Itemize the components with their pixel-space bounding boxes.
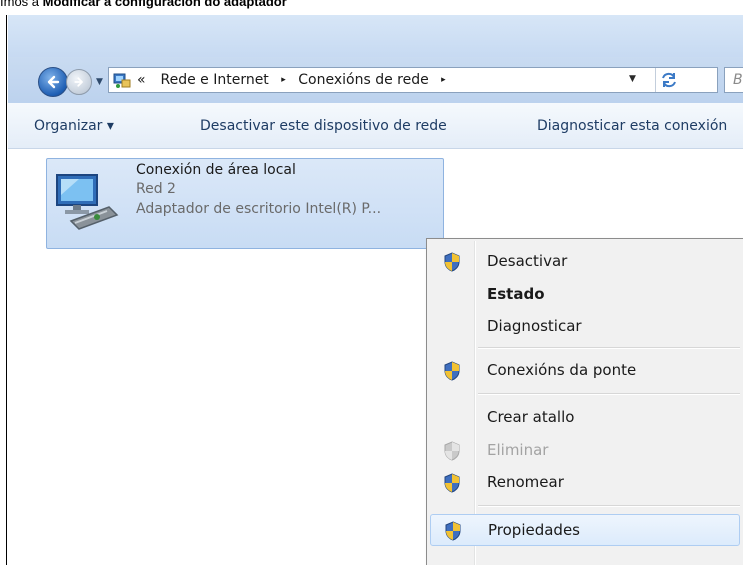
command-bar: Organizar ▾ Desactivar este dispositivo … [8, 103, 743, 149]
breadcrumb-separator-icon[interactable]: ▸ [433, 75, 454, 85]
menu-item-label: Conexións da ponte [487, 361, 637, 379]
search-placeholder: B [733, 72, 743, 88]
network-adapter-icon [56, 174, 119, 230]
connection-name: Conexión de área local [136, 162, 296, 178]
uac-shield-icon [444, 473, 460, 493]
connection-item-local-area[interactable]: Conexión de área local Red 2 Adaptador d… [46, 158, 444, 249]
caption-bold: Modificar a configuración do adaptador [42, 0, 287, 9]
menu-item-label: Crear atallo [487, 408, 575, 426]
navigation-bar: ▼ « Rede e Internet ▸ Conexións de rede … [8, 57, 743, 103]
connections-pane: Conexión de área local Red 2 Adaptador d… [8, 149, 743, 565]
back-arrow-icon [47, 75, 60, 89]
search-input[interactable]: B [724, 67, 743, 93]
breadcrumb-overflow[interactable]: « [137, 72, 146, 88]
menu-item-label: Estado [487, 285, 545, 303]
page-caption: Imos a Modificar a configuración do adap… [0, 0, 287, 12]
connection-network: Red 2 [136, 181, 176, 197]
uac-shield-icon [444, 252, 460, 272]
context-menu: Desactivar Estado Diagnosticar Conexións… [426, 238, 743, 565]
breadcrumb-rede-e-internet[interactable]: Rede e Internet [160, 72, 268, 88]
menu-separator [478, 393, 740, 395]
disable-device-button[interactable]: Desactivar este dispositivo de rede [200, 118, 447, 134]
uac-shield-disabled-icon [444, 441, 460, 461]
recent-pages-dropdown-icon[interactable]: ▼ [96, 77, 103, 87]
menu-separator [478, 347, 740, 349]
menu-item-label: Diagnosticar [487, 317, 582, 335]
address-history-dropdown-icon[interactable]: ▼ [629, 74, 636, 84]
uac-shield-icon [445, 521, 461, 541]
title-bar [8, 15, 743, 57]
refresh-button[interactable] [655, 68, 681, 92]
menu-item-eliminar: Eliminar [430, 435, 740, 467]
uac-shield-icon [444, 361, 460, 381]
menu-item-label: Propiedades [488, 521, 580, 539]
refresh-icon [662, 72, 676, 88]
connection-adapter: Adaptador de escritorio Intel(R) P... [136, 201, 382, 217]
organize-menu-button[interactable]: Organizar ▾ [34, 118, 114, 134]
menu-separator [478, 505, 740, 507]
caption-prefix: Imos a [0, 0, 43, 9]
menu-item-renomear[interactable]: Renomear [430, 467, 740, 499]
menu-item-label: Eliminar [487, 441, 549, 459]
diagnose-connection-button[interactable]: Diagnosticar esta conexión [537, 118, 727, 134]
breadcrumb-conexions-de-rede[interactable]: Conexións de rede [298, 72, 428, 88]
menu-item-propiedades[interactable]: Propiedades [430, 514, 740, 546]
address-bar[interactable]: « Rede e Internet ▸ Conexións de rede ▸ … [108, 67, 718, 93]
menu-item-desactivar[interactable]: Desactivar [430, 246, 740, 278]
menu-item-label: Renomear [487, 473, 564, 491]
network-folder-icon [113, 73, 131, 88]
back-button[interactable] [38, 67, 68, 97]
menu-item-conexions-da-ponte[interactable]: Conexións da ponte [430, 355, 740, 387]
menu-item-label: Desactivar [487, 252, 568, 270]
menu-item-crear-atallo[interactable]: Crear atallo [430, 402, 740, 434]
menu-item-diagnosticar[interactable]: Diagnosticar [430, 311, 740, 343]
forward-button[interactable] [66, 69, 92, 95]
breadcrumb-separator-icon[interactable]: ▸ [273, 75, 294, 85]
explorer-window: ▼ « Rede e Internet ▸ Conexións de rede … [6, 15, 743, 565]
forward-arrow-icon [74, 77, 83, 87]
breadcrumb: « Rede e Internet ▸ Conexións de rede ▸ [137, 72, 454, 88]
menu-item-estado[interactable]: Estado [430, 279, 740, 311]
